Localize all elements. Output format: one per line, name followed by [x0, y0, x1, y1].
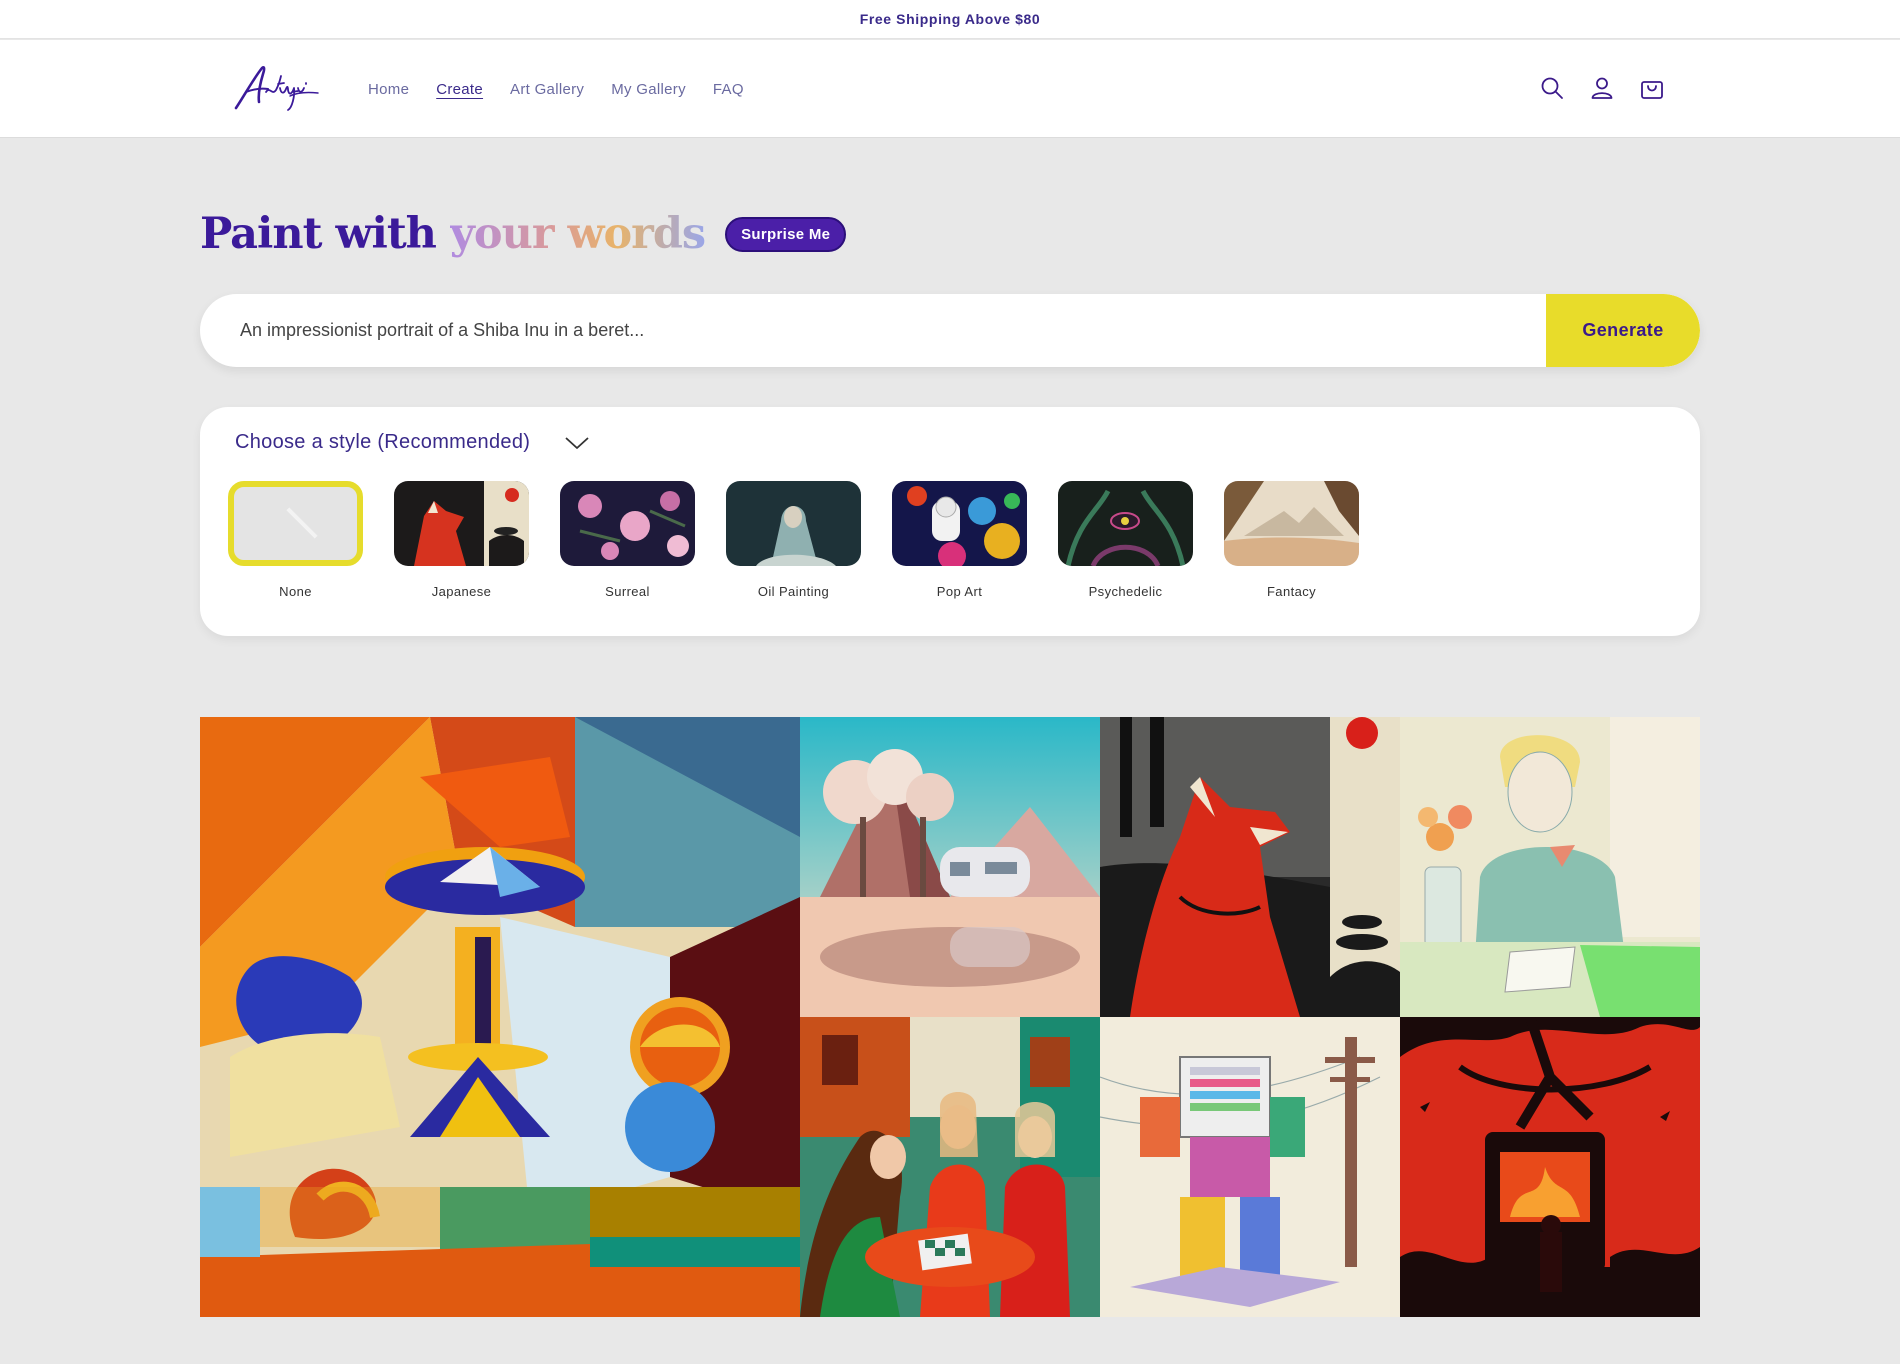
nav-home[interactable]: Home: [368, 81, 409, 98]
style-dropdown-toggle[interactable]: Choose a style (Recommended): [235, 431, 590, 454]
style-thumb-pop-art: [892, 481, 1027, 566]
style-label: Oil Painting: [757, 584, 830, 599]
style-thumb-oil-painting: [726, 481, 861, 566]
style-thumb-fantacy: [1224, 481, 1359, 566]
generate-button[interactable]: Generate: [1546, 294, 1700, 367]
style-thumb-japanese: [394, 481, 529, 566]
gallery-item-cubist-still-life[interactable]: [200, 717, 800, 1317]
hero-heading: Paint with your words Surprise Me: [200, 206, 847, 262]
style-option-none[interactable]: None: [228, 481, 363, 599]
style-label: Fantacy: [1266, 584, 1317, 599]
account-button[interactable]: [1588, 74, 1616, 102]
pop-art-thumbnail: [892, 481, 1027, 566]
style-label: Psychedelic: [1088, 584, 1163, 599]
style-label: Pop Art: [936, 584, 983, 599]
pencil-portrait-artwork: [1400, 717, 1700, 1017]
none-slash-icon: [286, 507, 318, 539]
title-part-gradient: your words: [449, 209, 706, 259]
style-label: None: [279, 584, 312, 599]
oil-painting-thumbnail: [726, 481, 861, 566]
style-label: Surreal: [605, 584, 650, 599]
red-horror-artwork: [1400, 1017, 1700, 1317]
surprise-me-button[interactable]: Surprise Me: [725, 216, 847, 252]
style-option-japanese[interactable]: Japanese: [394, 481, 529, 599]
robot-sketch-artwork: [1100, 1017, 1400, 1317]
site-header: Home Create Art Gallery My Gallery FAQ: [0, 40, 1900, 138]
style-option-oil-painting[interactable]: Oil Painting: [726, 481, 861, 599]
art-gallery-grid: [200, 717, 1700, 1317]
style-thumb-surreal: [560, 481, 695, 566]
main-nav: Home Create Art Gallery My Gallery FAQ: [368, 40, 744, 138]
style-thumb-psychedelic: [1058, 481, 1193, 566]
cubist-still-life-artwork: [200, 717, 800, 1317]
style-thumb-none: [228, 481, 363, 566]
japanese-fox-thumbnail: [394, 481, 529, 566]
prompt-input[interactable]: [240, 294, 1520, 367]
chevron-down-icon: [565, 436, 589, 449]
surreal-desert-caravan-artwork: [800, 717, 1100, 1017]
gallery-item-women-playing-chess[interactable]: [800, 1017, 1100, 1317]
fantasy-thumbnail: [1224, 481, 1359, 566]
announcement-bar: Free Shipping Above $80: [0, 0, 1900, 39]
style-label: Japanese: [431, 584, 492, 599]
prompt-bar: Generate: [200, 294, 1700, 367]
gallery-item-red-horror-scene[interactable]: [1400, 1017, 1700, 1317]
style-heading: Choose a style (Recommended): [235, 431, 531, 453]
style-option-psychedelic[interactable]: Psychedelic: [1058, 481, 1193, 599]
cart-button[interactable]: [1638, 74, 1666, 102]
gallery-item-surreal-desert-caravan[interactable]: [800, 717, 1100, 1017]
nav-my-gallery[interactable]: My Gallery: [611, 81, 686, 98]
gallery-item-pencil-portrait-flowers[interactable]: [1400, 717, 1700, 1017]
search-icon: [1541, 77, 1563, 99]
announcement-text: Free Shipping Above $80: [859, 11, 1041, 27]
women-chess-artwork: [800, 1017, 1100, 1317]
gallery-item-robot-sketch[interactable]: [1100, 1017, 1400, 1317]
style-chooser: Choose a style (Recommended) None Japane…: [200, 407, 1700, 636]
psychedelic-thumbnail: [1058, 481, 1193, 566]
page-title: Paint with your words: [200, 209, 706, 259]
account-icon: [1591, 77, 1613, 99]
search-button[interactable]: [1538, 74, 1566, 102]
style-options: None Japanese Surreal Oil Painting Pop A…: [228, 481, 1359, 599]
style-option-pop-art[interactable]: Pop Art: [892, 481, 1027, 599]
title-part-plain: Paint with: [200, 209, 450, 259]
nav-create[interactable]: Create: [436, 81, 483, 98]
brand-logo[interactable]: [232, 62, 322, 114]
nav-art-gallery[interactable]: Art Gallery: [510, 81, 584, 98]
header-actions: [1538, 74, 1666, 102]
surreal-flowers-thumbnail: [560, 481, 695, 566]
style-option-surreal[interactable]: Surreal: [560, 481, 695, 599]
gallery-item-japanese-red-fox[interactable]: [1100, 717, 1400, 1017]
nav-faq[interactable]: FAQ: [713, 81, 744, 98]
logo-script-icon: [234, 65, 319, 111]
japanese-red-fox-artwork: [1100, 717, 1400, 1017]
cart-icon: [1641, 81, 1663, 99]
style-option-fantacy[interactable]: Fantacy: [1224, 481, 1359, 599]
